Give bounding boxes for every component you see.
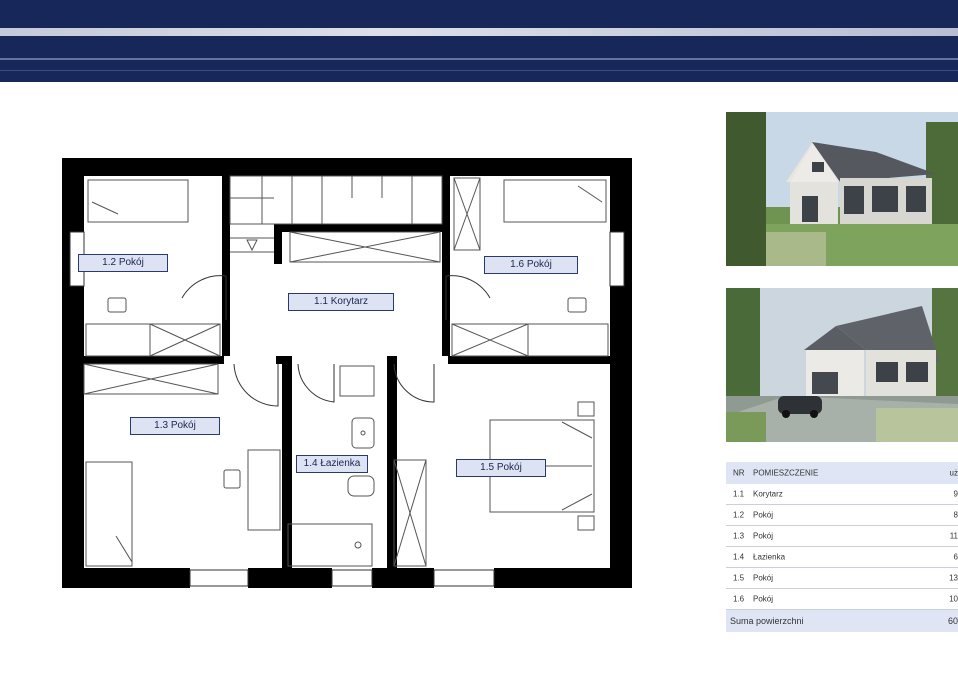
room-label-1-6: 1.6 Pokój xyxy=(484,256,578,274)
header-room: POMIESZCZENIE xyxy=(753,468,819,478)
room-label-1-5: 1.5 Pokój xyxy=(456,459,546,477)
row-name: Pokój xyxy=(753,531,774,541)
row-nr: 1.1 xyxy=(733,489,745,499)
header-nr: NR xyxy=(733,468,745,478)
table-header: NR POMIESZCZENIE uż xyxy=(726,462,958,484)
row-area: 13 xyxy=(949,573,958,583)
staircase xyxy=(229,175,443,263)
sum-value: 60 xyxy=(947,616,958,626)
room-label-1-3: 1.3 Pokój xyxy=(130,417,220,435)
row-area: 9 xyxy=(953,489,958,499)
table-row: 1.1 Korytarz 9 xyxy=(726,484,958,505)
room-label-1-2: 1.2 Pokój xyxy=(78,254,168,272)
row-nr: 1.6 xyxy=(733,594,745,604)
floor-plan xyxy=(62,158,632,588)
house-rendering-driveway xyxy=(726,288,958,442)
house-rendering-front xyxy=(726,112,958,266)
table-row: 1.2 Pokój 8 xyxy=(726,505,958,526)
row-name: Korytarz xyxy=(753,489,783,499)
table-row: 1.3 Pokój 11 xyxy=(726,526,958,547)
banner-highlight xyxy=(0,28,958,36)
windows xyxy=(69,231,625,587)
sum-label: Suma powierzchni xyxy=(730,616,804,626)
room-label-1-4: 1.4 Łazienka xyxy=(296,455,368,473)
header-area: uż xyxy=(949,468,958,478)
row-area: 6 xyxy=(953,552,958,562)
row-name: Pokój xyxy=(753,510,774,520)
row-name: Pokój xyxy=(753,573,774,583)
row-nr: 1.5 xyxy=(733,573,745,583)
row-area: 10 xyxy=(949,594,958,604)
room-schedule-table: NR POMIESZCZENIE uż 1.1 Korytarz 9 1.2 P… xyxy=(726,462,958,632)
furniture xyxy=(83,177,609,567)
row-area: 11 xyxy=(949,531,958,541)
table-row: 1.4 Łazienka 6 xyxy=(726,547,958,568)
row-nr: 1.3 xyxy=(733,531,745,541)
table-row: 1.6 Pokój 10 xyxy=(726,589,958,610)
banner-line-lower xyxy=(0,70,958,71)
row-nr: 1.2 xyxy=(733,510,745,520)
room-label-1-1: 1.1 Korytarz xyxy=(288,293,394,311)
row-area: 8 xyxy=(953,510,958,520)
top-banner xyxy=(0,0,958,82)
row-nr: 1.4 xyxy=(733,552,745,562)
table-sum-row: Suma powierzchni 60 xyxy=(726,610,958,632)
table-row: 1.5 Pokój 13 xyxy=(726,568,958,589)
row-name: Łazienka xyxy=(753,552,786,562)
banner-line xyxy=(0,58,958,60)
row-name: Pokój xyxy=(753,594,774,604)
